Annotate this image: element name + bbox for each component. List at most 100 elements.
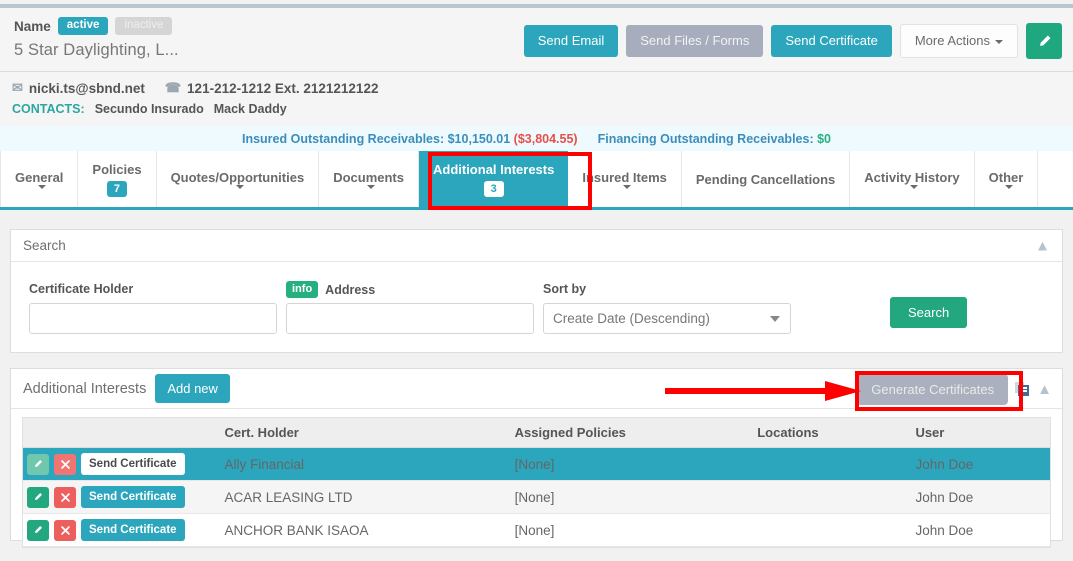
tab-activity-history[interactable]: Activity History bbox=[850, 151, 975, 207]
tab-other-label: Other bbox=[988, 169, 1024, 185]
tab-additional-interests-label: Additional Interests bbox=[432, 161, 555, 177]
tab-documents[interactable]: Documents bbox=[319, 151, 419, 207]
tab-quotes-label: Quotes/Opportunities bbox=[170, 169, 305, 185]
send-email-button[interactable]: Send Email bbox=[523, 25, 619, 57]
additional-interests-table: Cert. Holder Assigned Policies Locations… bbox=[23, 418, 1050, 547]
page-root: Name active inactive 5 Star Daylighting,… bbox=[0, 0, 1073, 561]
status-badge-active[interactable]: active bbox=[57, 17, 109, 35]
chevron-down-icon bbox=[1004, 184, 1013, 189]
column-locations[interactable]: Locations bbox=[751, 418, 910, 448]
address-label-text: Address bbox=[325, 282, 376, 297]
add-new-button[interactable]: Add new bbox=[155, 374, 230, 403]
chevron-down-icon bbox=[37, 184, 46, 189]
generate-certificates-button[interactable]: Generate Certificates bbox=[857, 373, 1009, 405]
contacts-line: CONTACTS: Secundo Insurado Mack Daddy bbox=[12, 102, 287, 116]
tab-general-label: General bbox=[15, 169, 64, 185]
contacts-label: CONTACTS: bbox=[12, 102, 85, 116]
chevron-down-icon bbox=[910, 184, 919, 189]
financing-receivables: Financing Outstanding Receivables: $0 bbox=[598, 132, 831, 146]
certificate-holder-label: Certificate Holder bbox=[29, 282, 133, 296]
receivables-bar: Insured Outstanding Receivables: $10,150… bbox=[0, 126, 1073, 151]
sort-by-select[interactable]: Create Date (Descending) bbox=[543, 303, 791, 334]
status-badge-inactive[interactable]: inactive bbox=[115, 17, 173, 35]
column-user[interactable]: User bbox=[909, 418, 1050, 448]
delete-row-button[interactable] bbox=[54, 453, 76, 475]
edit-row-button[interactable] bbox=[27, 486, 49, 508]
sort-by-selected-value: Create Date (Descending) bbox=[553, 311, 710, 326]
cell-user: John Doe bbox=[909, 480, 1050, 514]
page-title: 5 Star Daylighting, L... bbox=[14, 41, 179, 59]
info-badge[interactable]: info bbox=[286, 281, 319, 298]
header-action-buttons: Send Email Send Files / Forms Send Certi… bbox=[523, 23, 1062, 59]
envelope-icon: ✉ bbox=[12, 80, 23, 95]
column-assigned-policies[interactable]: Assigned Policies bbox=[508, 418, 752, 448]
additional-interests-title: Additional Interests bbox=[23, 380, 147, 397]
tab-bar: General Policies 7 Quotes/Opportunities D… bbox=[0, 151, 1073, 210]
name-label: Name bbox=[14, 18, 51, 34]
delete-row-button[interactable] bbox=[54, 519, 76, 541]
close-x-icon bbox=[60, 459, 70, 469]
phone-icon: ☎ bbox=[164, 80, 182, 95]
address-input[interactable] bbox=[286, 303, 534, 334]
column-actions bbox=[23, 418, 219, 448]
delete-row-button[interactable] bbox=[54, 486, 76, 508]
cell-cert-holder: ACAR LEASING LTD bbox=[218, 480, 509, 514]
cell-assigned-policies: [None] bbox=[508, 447, 752, 481]
tab-quotes-opportunities[interactable]: Quotes/Opportunities bbox=[157, 151, 320, 207]
pencil-icon bbox=[35, 526, 42, 533]
tab-other[interactable]: Other bbox=[975, 151, 1039, 207]
insured-receivables-amount: $10,150.01 bbox=[447, 131, 511, 146]
cell-assigned-policies: [None] bbox=[508, 480, 752, 514]
send-certificate-row-button[interactable]: Send Certificate bbox=[81, 453, 185, 475]
contact-name-1[interactable]: Secundo Insurado bbox=[95, 102, 204, 116]
phone-number: 121-212-1212 Ext. 2121212122 bbox=[187, 80, 379, 96]
certificate-holder-input[interactable] bbox=[29, 303, 277, 334]
chevron-down-icon bbox=[995, 39, 1003, 44]
row-actions-cell: Send Certificate bbox=[23, 447, 219, 481]
additional-interests-header-actions: Generate Certificates ▲ bbox=[857, 369, 1052, 409]
chevron-up-icon[interactable]: ▲ bbox=[1035, 238, 1050, 253]
search-panel-header[interactable]: Search ▲ bbox=[11, 230, 1062, 262]
account-header: Name active inactive 5 Star Daylighting,… bbox=[0, 8, 1073, 72]
contact-name-2[interactable]: Mack Daddy bbox=[214, 102, 287, 116]
search-panel-title: Search bbox=[23, 238, 66, 253]
table-row[interactable]: Send Certificate ACAR LEASING LTD [None]… bbox=[23, 480, 1050, 514]
export-excel-icon[interactable] bbox=[1015, 381, 1030, 397]
cell-user: John Doe bbox=[909, 513, 1050, 547]
edit-row-button[interactable] bbox=[27, 519, 49, 541]
contact-primary-line: ✉ nicki.ts@sbnd.net ☎ 121-212-1212 Ext. … bbox=[12, 80, 378, 96]
financing-receivables-label: Financing Outstanding Receivables: bbox=[597, 131, 814, 146]
table-row[interactable]: Send Certificate ANCHOR BANK ISAOA [None… bbox=[23, 513, 1050, 547]
close-x-icon bbox=[60, 525, 70, 535]
more-actions-button[interactable]: More Actions bbox=[899, 24, 1018, 58]
tab-pending-cancellations[interactable]: Pending Cancellations bbox=[682, 151, 851, 207]
tab-insured-items[interactable]: Insured Items bbox=[568, 151, 682, 207]
edit-account-button[interactable] bbox=[1026, 23, 1062, 59]
close-x-icon bbox=[60, 492, 70, 502]
tab-insured-items-label: Insured Items bbox=[582, 169, 667, 185]
search-panel: Search ▲ Certificate Holder info Address… bbox=[10, 229, 1063, 353]
send-certificate-button[interactable]: Send Certificate bbox=[771, 25, 892, 57]
table-row[interactable]: Send Certificate Ally Financial [None] J… bbox=[23, 447, 1050, 481]
chevron-up-icon[interactable]: ▲ bbox=[1037, 382, 1052, 397]
tab-additional-interests[interactable]: Additional Interests 3 bbox=[418, 151, 569, 207]
edit-row-button[interactable] bbox=[27, 453, 49, 475]
search-button[interactable]: Search bbox=[890, 297, 968, 328]
email-address[interactable]: nicki.ts@sbnd.net bbox=[29, 81, 145, 96]
tab-general[interactable]: General bbox=[0, 151, 79, 207]
send-files-forms-button[interactable]: Send Files / Forms bbox=[626, 25, 764, 57]
cell-cert-holder: ANCHOR BANK ISAOA bbox=[218, 513, 509, 547]
tab-policies[interactable]: Policies 7 bbox=[78, 151, 157, 207]
insured-receivables-label: Insured Outstanding Receivables: bbox=[241, 131, 445, 146]
additional-interests-table-wrap: Cert. Holder Assigned Policies Locations… bbox=[22, 417, 1051, 548]
cell-cert-holder: Ally Financial bbox=[218, 447, 509, 481]
column-cert-holder[interactable]: Cert. Holder bbox=[218, 418, 509, 448]
send-certificate-row-button[interactable]: Send Certificate bbox=[81, 519, 185, 541]
chevron-down-icon bbox=[235, 184, 244, 189]
insured-receivables: Insured Outstanding Receivables: $10,150… bbox=[242, 132, 578, 146]
chevron-down-icon bbox=[770, 315, 780, 322]
row-actions-cell: Send Certificate bbox=[23, 513, 219, 547]
cell-locations bbox=[751, 447, 910, 481]
tab-activity-history-label: Activity History bbox=[864, 169, 960, 185]
send-certificate-row-button[interactable]: Send Certificate bbox=[81, 486, 185, 508]
